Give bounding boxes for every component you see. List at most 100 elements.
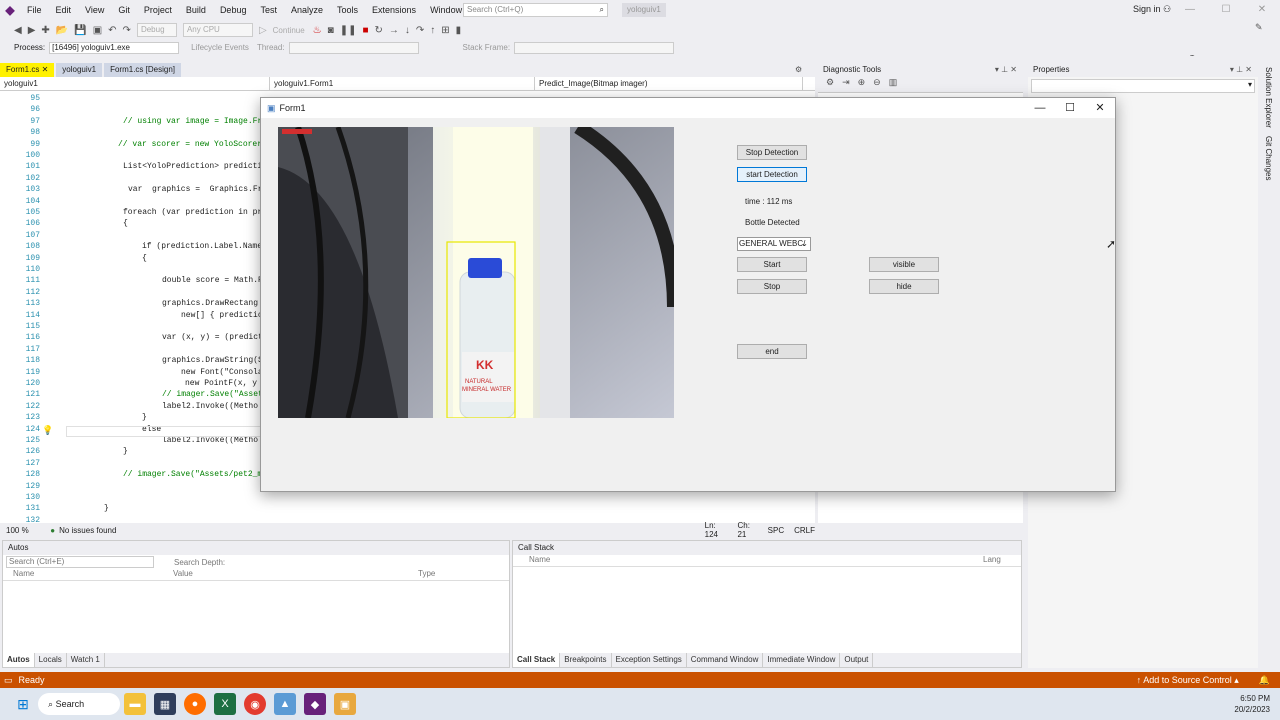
end-button[interactable]: end xyxy=(737,344,807,359)
form-app-icon[interactable]: ▣ xyxy=(334,693,356,715)
autos-search-input[interactable]: Search (Ctrl+E) xyxy=(6,556,154,568)
save-all-icon[interactable]: ▣ xyxy=(93,25,102,36)
close-icon[interactable]: ✕ xyxy=(1244,0,1280,20)
export-icon[interactable]: ⇥ xyxy=(842,77,850,92)
menu-item-edit[interactable]: Edit xyxy=(49,0,79,20)
undo-icon[interactable]: ↶ xyxy=(108,25,116,36)
autos-tab-watch-1[interactable]: Watch 1 xyxy=(67,653,105,667)
back-icon[interactable]: ◀ xyxy=(14,25,22,36)
callstack-tab-command-window[interactable]: Command Window xyxy=(687,653,764,667)
properties-close-icon[interactable]: ▾ ⊥ ✕ xyxy=(1230,65,1252,74)
start-detection-button[interactable]: start Detection xyxy=(737,167,807,182)
menu-item-extensions[interactable]: Extensions xyxy=(365,0,423,20)
platform-select[interactable]: Any CPU xyxy=(182,23,253,37)
thread-select[interactable] xyxy=(288,41,419,54)
zoom-out-icon[interactable]: ⊖ xyxy=(873,77,881,92)
step-over-icon[interactable]: ↷ xyxy=(416,25,424,36)
doc-tab-1[interactable]: yologuiv1 xyxy=(56,63,103,77)
autos-tab-locals[interactable]: Locals xyxy=(35,653,67,667)
excel-icon[interactable]: X xyxy=(214,693,236,715)
step-into-icon[interactable]: ↓ xyxy=(405,25,410,36)
redo-icon[interactable]: ↷ xyxy=(123,25,131,36)
callstack-col-lang[interactable]: Lang xyxy=(983,555,1001,566)
menu-item-debug[interactable]: Debug xyxy=(213,0,254,20)
member-dropdown[interactable]: Predict_Image(Bitmap imager) xyxy=(535,77,803,90)
start-button[interactable]: Start xyxy=(737,257,807,272)
project-dropdown[interactable]: yologuiv1 xyxy=(0,77,270,90)
taskbar-date[interactable]: 20/2/2023 xyxy=(1234,704,1270,715)
menu-item-build[interactable]: Build xyxy=(179,0,213,20)
properties-object-select[interactable]: ▾ xyxy=(1031,79,1255,93)
panel-close-icon[interactable]: ▾ ⊥ ✕ xyxy=(995,65,1017,74)
menu-item-test[interactable]: Test xyxy=(253,0,284,20)
visual-studio-logo-icon[interactable]: ◆ xyxy=(0,0,20,20)
photos-icon[interactable]: ▲ xyxy=(274,693,296,715)
settings-icon[interactable]: ⚙ xyxy=(826,77,834,92)
zoom-in-icon[interactable]: ⊕ xyxy=(858,77,866,92)
callstack-tab-output[interactable]: Output xyxy=(840,653,874,667)
minimize-icon[interactable]: — xyxy=(1172,0,1208,20)
form-maximize-icon[interactable]: ☐ xyxy=(1055,98,1085,118)
callstack-tab-breakpoints[interactable]: Breakpoints xyxy=(560,653,612,667)
line-ending-indicator[interactable]: CRLF xyxy=(794,526,815,535)
lightbulb-icon[interactable]: 💡 xyxy=(42,425,53,436)
form-minimize-icon[interactable]: — xyxy=(1025,98,1055,118)
notifications-icon[interactable]: 🔔 xyxy=(1259,675,1270,686)
callstack-tab-immediate-window[interactable]: Immediate Window xyxy=(763,653,841,667)
stop-detection-button[interactable]: Stop Detection xyxy=(737,145,807,160)
callstack-col-name[interactable]: Name xyxy=(513,555,983,566)
autos-col-type[interactable]: Type xyxy=(418,569,435,580)
feedback-icon[interactable]: ✎ xyxy=(1255,22,1263,33)
maximize-icon[interactable]: ☐ xyxy=(1208,0,1244,20)
solution-explorer-tab[interactable]: Solution Explorer xyxy=(1264,67,1273,128)
menu-item-project[interactable]: Project xyxy=(137,0,179,20)
camera-select[interactable]: GENERAL WEBC/ ⌄ xyxy=(737,237,811,251)
windows-start-icon[interactable]: ⊞ xyxy=(12,693,34,715)
taskbar-time[interactable]: 6:50 PM xyxy=(1234,693,1270,704)
issues-indicator[interactable]: No issues found xyxy=(59,526,145,535)
close-tab-icon[interactable]: ✕ xyxy=(39,65,49,74)
search-input[interactable]: Search (Ctrl+Q) ⌕ xyxy=(463,3,608,17)
menu-item-tools[interactable]: Tools xyxy=(330,0,365,20)
hot-reload-icon[interactable]: ♨ xyxy=(313,25,322,36)
git-changes-tab[interactable]: Git Changes xyxy=(1264,136,1273,180)
camera-icon[interactable]: ◙ xyxy=(328,25,334,36)
config-select[interactable]: Debug xyxy=(136,23,177,37)
form-close-icon[interactable]: ✕ xyxy=(1085,98,1115,118)
callstack-tab-exception-settings[interactable]: Exception Settings xyxy=(612,653,687,667)
stack-frame-select[interactable] xyxy=(514,41,675,54)
process-select[interactable]: [16496] yologuiv1.exe xyxy=(49,41,180,54)
pause-icon[interactable]: ❚❚ xyxy=(340,25,357,36)
menu-item-file[interactable]: File xyxy=(20,0,49,20)
sign-in-link[interactable]: Sign in ⚇ xyxy=(1133,4,1171,15)
class-dropdown[interactable]: yologuiv1.Form1 xyxy=(270,77,535,90)
tab-settings-icon[interactable]: ⚙ xyxy=(795,65,802,74)
show-next-statement-icon[interactable]: → xyxy=(389,25,399,36)
taskbar-search[interactable]: ⌕ Search xyxy=(38,693,120,715)
chart-icon[interactable]: ▥ xyxy=(889,77,898,92)
file-explorer-icon[interactable]: ▬ xyxy=(124,693,146,715)
open-icon[interactable]: 📂 xyxy=(56,25,68,36)
stop-icon[interactable]: ■ xyxy=(362,25,368,36)
menu-item-analyze[interactable]: Analyze xyxy=(284,0,330,20)
autos-tab-autos[interactable]: Autos xyxy=(3,653,35,667)
doc-tab-2[interactable]: Form1.cs [Design] xyxy=(104,63,181,77)
chrome-icon[interactable]: ◉ xyxy=(244,693,266,715)
step-out-icon[interactable]: ↑ xyxy=(430,25,435,36)
zoom-level[interactable]: 100 % xyxy=(6,526,40,535)
firefox-icon[interactable]: ● xyxy=(184,693,206,715)
menu-item-view[interactable]: View xyxy=(78,0,111,20)
hex-icon[interactable]: ⊞ xyxy=(441,25,449,36)
forward-icon[interactable]: ▶ xyxy=(28,25,36,36)
new-project-icon[interactable]: ✚ xyxy=(41,25,49,36)
autos-col-value[interactable]: Value xyxy=(173,569,418,580)
bookmark-icon[interactable]: ▮ xyxy=(456,25,462,36)
autos-col-name[interactable]: Name xyxy=(3,569,173,580)
add-source-control-button[interactable]: ↑ Add to Source Control ▴ xyxy=(1137,675,1239,686)
continue-icon[interactable]: ▷ xyxy=(259,25,267,36)
doc-tab-0[interactable]: Form1.cs ✕ xyxy=(0,63,55,77)
visual-studio-icon[interactable]: ◆ xyxy=(304,693,326,715)
callstack-tab-call-stack[interactable]: Call Stack xyxy=(513,653,561,667)
hide-button[interactable]: hide xyxy=(869,279,939,294)
visible-button[interactable]: visible xyxy=(869,257,939,272)
